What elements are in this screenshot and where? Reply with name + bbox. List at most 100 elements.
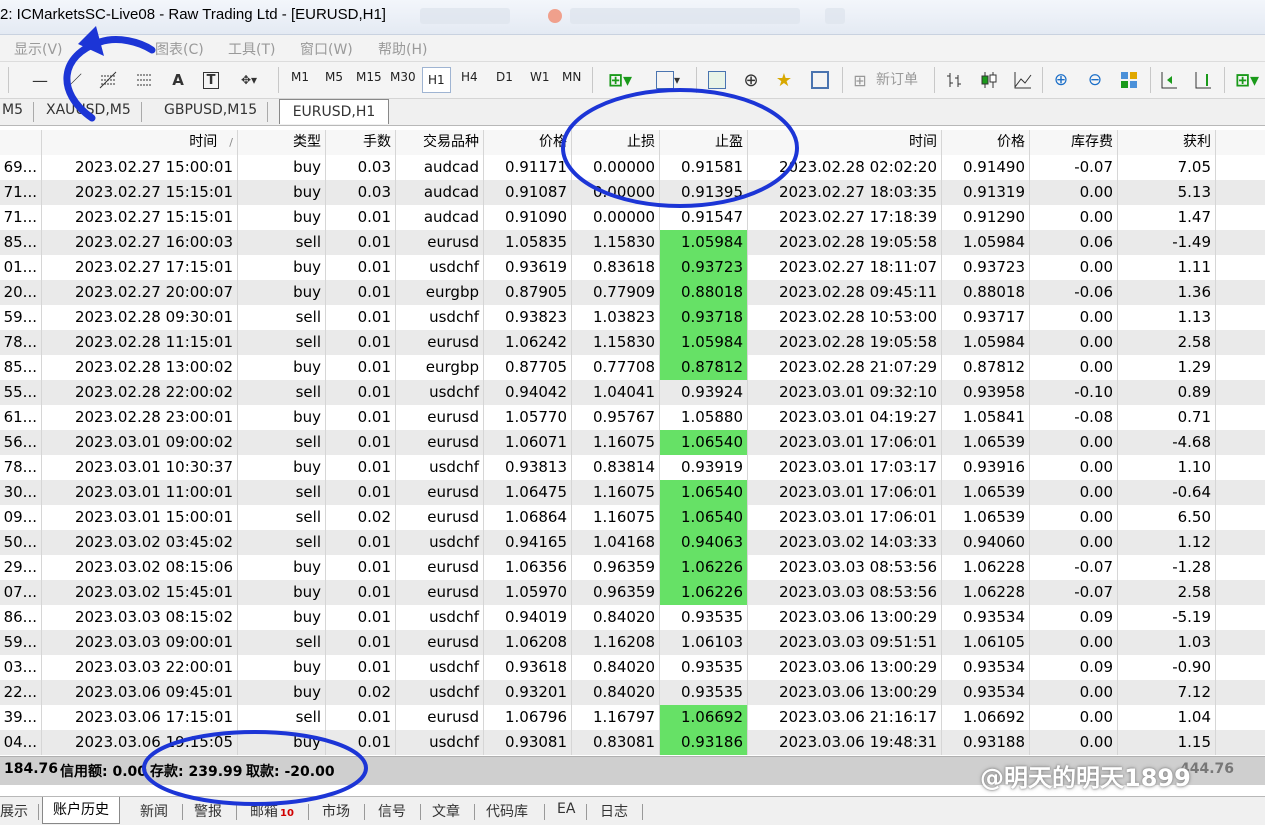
- header-close-price[interactable]: 价格: [942, 130, 1030, 155]
- table-row[interactable]: 50... 2023.03.02 03:45:02 sell 0.01 usdchf 0.…: [0, 530, 1265, 555]
- timeframe-mn[interactable]: MN: [562, 70, 581, 84]
- table-row[interactable]: 59... 2023.02.28 09:30:01 sell 0.01 usdchf 0.…: [0, 305, 1265, 330]
- table-row[interactable]: 71... 2023.02.27 15:15:01 buy 0.01 audcad 0.9…: [0, 205, 1265, 230]
- swap: 0.00: [1030, 455, 1118, 480]
- table-row[interactable]: 85... 2023.02.28 13:00:02 buy 0.01 eurgbp 0.8…: [0, 355, 1265, 380]
- stop-loss: 0.00000: [572, 205, 660, 230]
- navigator-icon[interactable]: [706, 68, 728, 92]
- table-row[interactable]: 09... 2023.03.01 15:00:01 sell 0.02 eurusd 1.…: [0, 505, 1265, 530]
- table-row[interactable]: 30... 2023.03.01 11:00:01 sell 0.01 eurusd 1.…: [0, 480, 1265, 505]
- zoom-in-icon[interactable]: ⊕: [1050, 68, 1072, 92]
- order-type: sell: [238, 330, 326, 355]
- timeframe-m5[interactable]: M5: [325, 70, 343, 84]
- profit: 1.29: [1118, 355, 1216, 380]
- profiles-icon[interactable]: ▾: [650, 68, 686, 92]
- text-label-icon[interactable]: T: [200, 68, 222, 92]
- arrows-icon[interactable]: ✥▾: [234, 68, 264, 92]
- timeframe-m30[interactable]: M30: [390, 70, 416, 84]
- tab-exposure[interactable]: 展示: [0, 801, 28, 821]
- chart-tab[interactable]: XAUUSD,M5: [42, 102, 142, 122]
- timeframe-h1[interactable]: H1: [422, 67, 451, 93]
- chart-tab[interactable]: M5: [0, 102, 34, 122]
- zoom-out-icon[interactable]: ⊖: [1084, 68, 1106, 92]
- favorites-icon[interactable]: ★: [772, 68, 796, 92]
- menu-view[interactable]: 显示(V): [14, 39, 63, 59]
- menu-tools[interactable]: 工具(T): [228, 39, 275, 59]
- table-row[interactable]: 55... 2023.02.28 22:00:02 sell 0.01 usdchf 0.…: [0, 380, 1265, 405]
- new-order-button[interactable]: 新订单: [876, 69, 918, 89]
- header-swap[interactable]: 库存费: [1030, 130, 1118, 155]
- tab-account-history[interactable]: 账户历史: [42, 797, 120, 824]
- header-profit[interactable]: 获利: [1118, 130, 1216, 155]
- table-row[interactable]: 78... 2023.03.01 10:30:37 buy 0.01 usdchf 0.9…: [0, 455, 1265, 480]
- table-row[interactable]: 61... 2023.02.28 23:00:01 buy 0.01 eurusd 1.0…: [0, 405, 1265, 430]
- timeframe-d1[interactable]: D1: [496, 70, 513, 84]
- timeframe-h4[interactable]: H4: [461, 70, 478, 84]
- text-tool-icon[interactable]: A: [168, 68, 188, 92]
- tab-mailbox[interactable]: 邮箱 10: [250, 801, 294, 821]
- table-row[interactable]: 22... 2023.03.06 09:45:01 buy 0.02 usdchf 0.9…: [0, 680, 1265, 705]
- tab-market[interactable]: 市场: [322, 801, 350, 821]
- table-row[interactable]: 56... 2023.03.01 09:00:02 sell 0.01 eurusd 1.…: [0, 430, 1265, 455]
- line-chart-icon[interactable]: [1012, 68, 1034, 92]
- order-type: buy: [238, 405, 326, 430]
- order-id: 55...: [0, 380, 42, 405]
- table-row[interactable]: 07... 2023.03.02 15:45:01 buy 0.01 eurusd 1.0…: [0, 580, 1265, 605]
- tab-alerts[interactable]: 警报: [194, 801, 222, 821]
- timeframe-w1[interactable]: W1: [530, 70, 550, 84]
- trendline-icon[interactable]: ／: [64, 68, 84, 92]
- header-time[interactable]: 时间 /: [42, 130, 238, 155]
- indicators-icon[interactable]: ⊞▾: [1232, 68, 1262, 92]
- table-row[interactable]: 39... 2023.03.06 17:15:01 sell 0.01 eurusd 1.…: [0, 705, 1265, 730]
- candlestick-icon[interactable]: [978, 68, 1000, 92]
- swap: -0.08: [1030, 405, 1118, 430]
- timeframe-m1[interactable]: M1: [291, 70, 309, 84]
- symbol: eurusd: [396, 230, 484, 255]
- fibonacci-icon[interactable]: [96, 68, 120, 92]
- header-close-time[interactable]: 时间: [748, 130, 942, 155]
- table-row[interactable]: 69... 2023.02.27 15:00:01 buy 0.03 audcad 0.9…: [0, 155, 1265, 180]
- table-row[interactable]: 85... 2023.02.27 16:00:03 sell 0.01 eurusd 1.…: [0, 230, 1265, 255]
- table-row[interactable]: 78... 2023.02.28 11:15:01 sell 0.01 eurusd 1.…: [0, 330, 1265, 355]
- table-row[interactable]: 29... 2023.03.02 08:15:06 buy 0.01 eurusd 1.0…: [0, 555, 1265, 580]
- header-price[interactable]: 价格: [484, 130, 572, 155]
- lot-size: 0.01: [326, 605, 396, 630]
- tab-news[interactable]: 新闻: [140, 801, 168, 821]
- header-symbol[interactable]: 交易品种: [396, 130, 484, 155]
- header-tp[interactable]: 止盈: [660, 130, 748, 155]
- new-chart-icon[interactable]: ⊞▾: [602, 68, 638, 92]
- table-row[interactable]: 59... 2023.03.03 09:00:01 sell 0.01 eurusd 1.…: [0, 630, 1265, 655]
- swap: 0.00: [1030, 205, 1118, 230]
- table-row[interactable]: 01... 2023.02.27 17:15:01 buy 0.01 usdchf 0.9…: [0, 255, 1265, 280]
- table-row[interactable]: 20... 2023.02.27 20:00:07 buy 0.01 eurgbp 0.8…: [0, 280, 1265, 305]
- menu-window[interactable]: 窗口(W): [300, 39, 353, 59]
- horizontal-line-icon[interactable]: —: [30, 68, 50, 92]
- autoscroll-icon[interactable]: [1158, 68, 1180, 92]
- header-id[interactable]: [0, 130, 42, 155]
- open-time: 2023.03.01 11:00:01: [42, 480, 238, 505]
- tab-articles[interactable]: 文章: [432, 801, 460, 821]
- tab-experts[interactable]: EA: [557, 801, 575, 817]
- timeframe-m15[interactable]: M15: [356, 70, 382, 84]
- tile-windows-icon[interactable]: [1118, 68, 1140, 92]
- terminal-icon[interactable]: [808, 68, 832, 92]
- chart-shift-icon[interactable]: [1192, 68, 1214, 92]
- fibo-fan-icon[interactable]: [132, 68, 156, 92]
- menu-charts[interactable]: 图表(C): [155, 39, 204, 59]
- header-sl[interactable]: 止损: [572, 130, 660, 155]
- new-order-icon[interactable]: ⊞: [850, 68, 870, 92]
- table-row[interactable]: 04... 2023.03.06 19:15:05 buy 0.01 usdchf 0.9…: [0, 730, 1265, 755]
- chart-tab-active[interactable]: EURUSD,H1: [279, 99, 389, 124]
- header-type[interactable]: 类型: [238, 130, 326, 155]
- bar-chart-icon[interactable]: [944, 68, 966, 92]
- table-row[interactable]: 71... 2023.02.27 15:15:01 buy 0.03 audcad 0.9…: [0, 180, 1265, 205]
- table-row[interactable]: 86... 2023.03.03 08:15:02 buy 0.01 usdchf 0.9…: [0, 605, 1265, 630]
- tab-signals[interactable]: 信号: [378, 801, 406, 821]
- tab-journal[interactable]: 日志: [600, 801, 628, 821]
- menu-help[interactable]: 帮助(H): [378, 39, 427, 59]
- crosshair-icon[interactable]: ⊕: [740, 68, 762, 92]
- header-lots[interactable]: 手数: [326, 130, 396, 155]
- table-row[interactable]: 03... 2023.03.03 22:00:01 buy 0.01 usdchf 0.9…: [0, 655, 1265, 680]
- tab-code-base[interactable]: 代码库: [486, 801, 528, 821]
- chart-tab[interactable]: GBPUSD,M15: [160, 102, 269, 122]
